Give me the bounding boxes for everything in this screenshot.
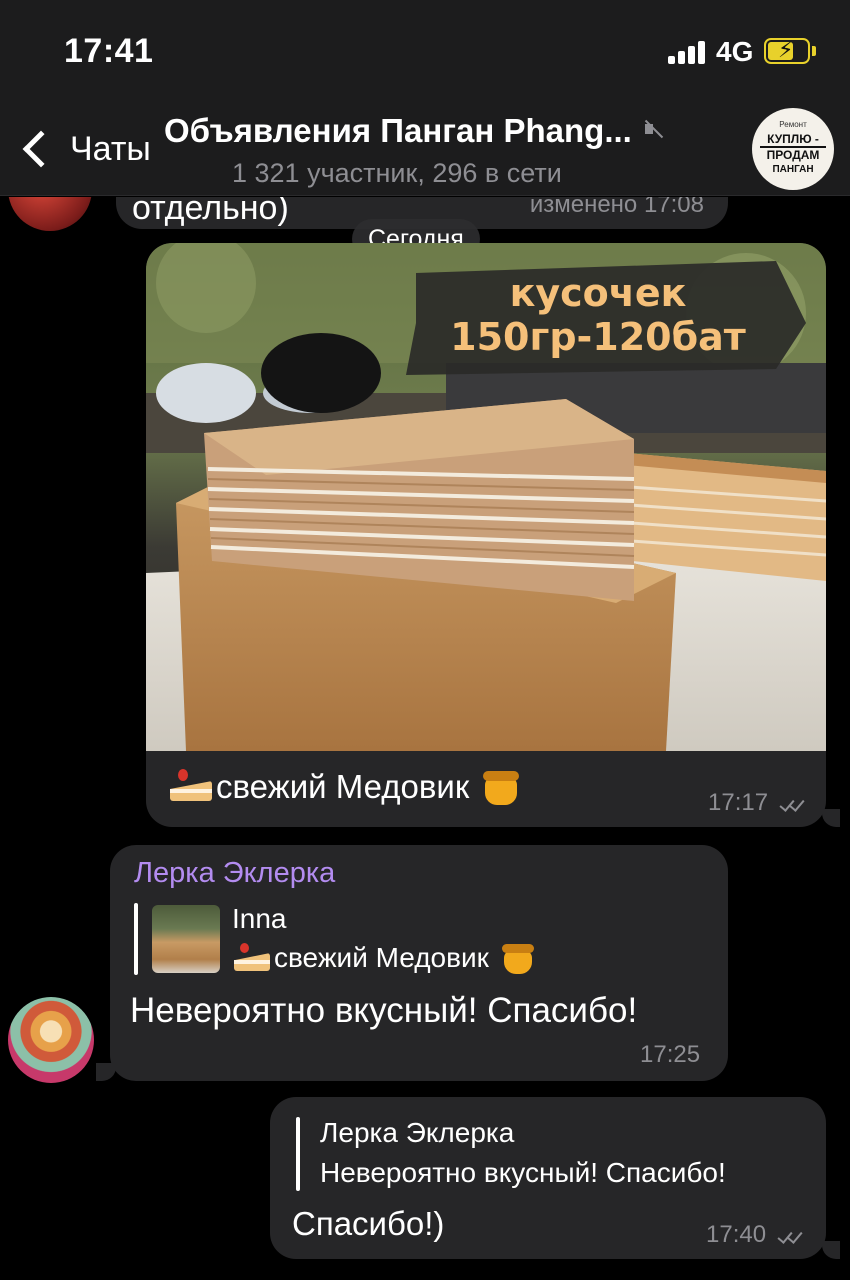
price-line1: кусочек (509, 271, 687, 315)
group-avatar-line1: КУПЛЮ - (760, 132, 826, 148)
reply-bar (296, 1117, 300, 1191)
quoted-text[interactable]: свежий Медовик (232, 941, 535, 975)
signal-icon (668, 40, 708, 64)
message-time: 17:25 (640, 1041, 701, 1068)
group-avatar-line3: ПАНГАН (772, 164, 814, 175)
quoted-sender: Лерка Эклерка (320, 1117, 515, 1148)
cake-emoji-icon (168, 767, 212, 807)
price-overlay: кусочек 150гр-120бат (428, 271, 768, 359)
honey-pot-emoji-icon (481, 767, 521, 807)
chat-subtitle: 1 321 участник, 296 в сети (232, 158, 562, 188)
chat-header: Чаты Объявления Панган Phang... 1 321 уч… (0, 100, 850, 196)
reply-bar (134, 903, 138, 975)
honey-pot-emoji-icon (501, 941, 535, 975)
bubble-tail (822, 1241, 840, 1259)
quoted-sender: Inna (232, 903, 287, 934)
avatar[interactable] (8, 197, 92, 231)
message-bubble-reply[interactable]: Лерка Эклерка Inna свежий Медовик Неверо… (110, 845, 728, 1081)
read-checks-icon (777, 1227, 807, 1245)
bubble-tail (822, 809, 840, 827)
post-caption-text: свежий Медовик (216, 768, 470, 805)
message-text: Невероятно вкусный! Спасибо! (130, 991, 638, 1030)
message-time: 17:40 (706, 1221, 807, 1249)
chat-title: Объявления Панган Phang... (164, 112, 632, 149)
message-time-text: 17:40 (706, 1221, 767, 1248)
read-checks-icon (779, 795, 809, 813)
message-text: отдельно) (132, 197, 289, 227)
message-bubble-own[interactable]: Лерка Эклерка Невероятно вкусный! Спасиб… (270, 1097, 826, 1259)
chat-title-area[interactable]: Объявления Панган Phang... (164, 112, 724, 150)
battery-icon: ⚡ (764, 37, 810, 64)
status-bar: 17:41 4G ⚡ (0, 0, 850, 100)
group-avatar-top: Ремонт (779, 120, 807, 129)
post-caption: свежий Медовик (168, 767, 521, 807)
message-time: изменено 17:08 (529, 197, 704, 218)
status-time: 17:41 (64, 32, 154, 70)
cake-emoji-icon (232, 941, 270, 975)
quoted-text[interactable]: Невероятно вкусный! Спасибо! (320, 1157, 726, 1189)
battery-tip (812, 46, 816, 56)
avatar[interactable] (8, 997, 94, 1083)
sender-name[interactable]: Лерка Эклерка (134, 857, 335, 890)
back-chevron-icon (22, 130, 60, 168)
back-label: Чаты (70, 129, 151, 168)
back-button[interactable]: Чаты (14, 122, 151, 176)
message-list[interactable]: отдельно) изменено 17:08 Сегодня кусочек… (0, 197, 850, 1280)
message-text: Спасибо!) (292, 1205, 445, 1242)
quoted-text-label: свежий Медовик (274, 942, 489, 973)
mute-icon (642, 118, 664, 140)
group-avatar[interactable]: Ремонт КУПЛЮ - ПРОДАМ ПАНГАН (752, 108, 834, 190)
group-avatar-line2: ПРОДАМ (766, 148, 820, 162)
message-time-text: 17:17 (708, 789, 769, 816)
message-bubble-post[interactable]: кусочек 150гр-120бат свежий Медовик 17:1… (146, 243, 826, 827)
price-line2: 150гр-120бат (450, 315, 746, 359)
network-type: 4G (716, 36, 754, 67)
cake-photo[interactable]: кусочек 150гр-120бат (146, 243, 826, 751)
bubble-tail (96, 1063, 116, 1081)
message-time: 17:17 (708, 789, 809, 817)
reply-thumbnail (152, 905, 220, 973)
